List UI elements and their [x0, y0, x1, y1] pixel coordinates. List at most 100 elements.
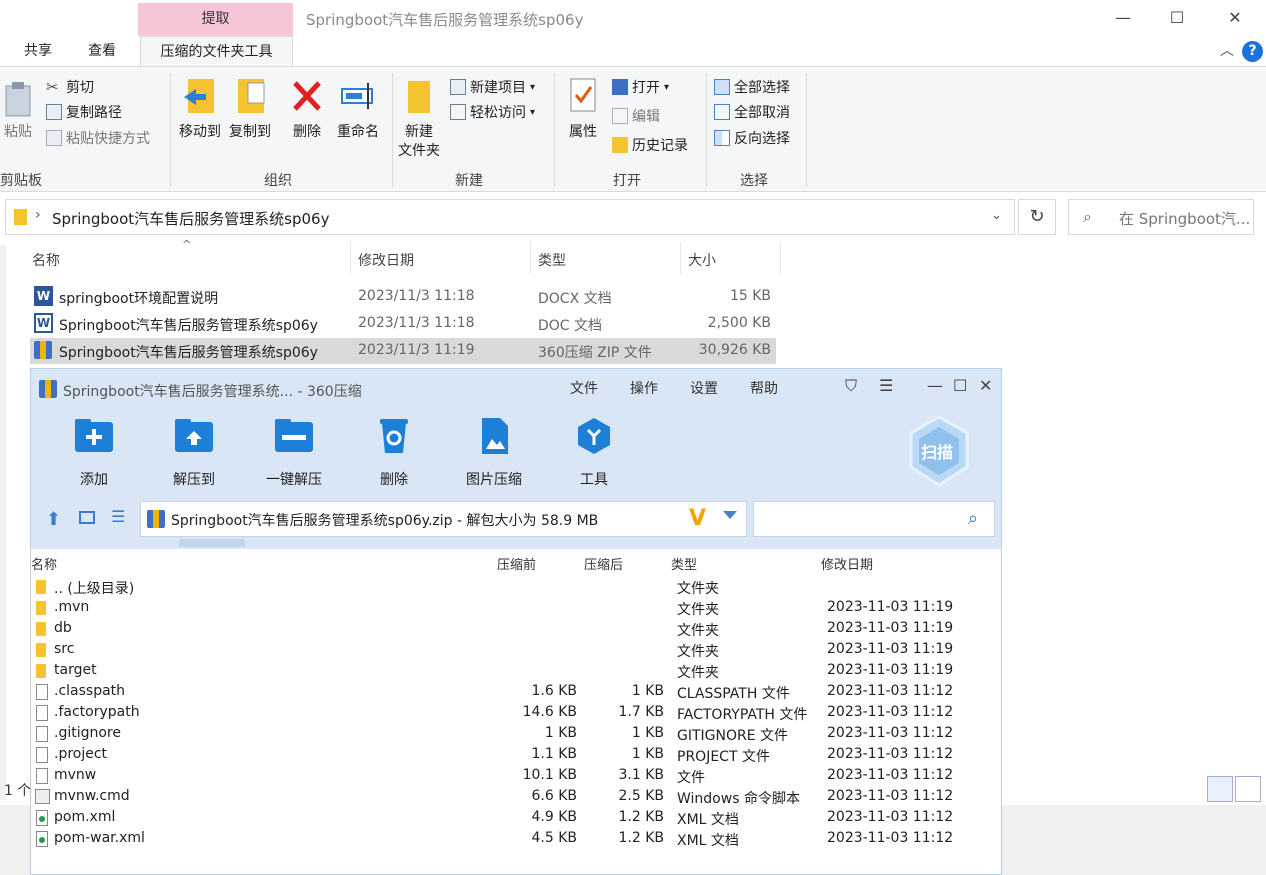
- chevron-down-icon[interactable]: ⌄: [991, 208, 1002, 223]
- copy-path-button[interactable]: 复制路径: [46, 102, 122, 122]
- path-dropdown-icon[interactable]: [723, 511, 737, 519]
- zip-list-item[interactable]: .. (上级目录) 文件夹: [31, 577, 1001, 598]
- zip-item-modified: 2023-11-03 11:19: [827, 641, 954, 657]
- zip-close-button[interactable]: ✕: [979, 376, 992, 395]
- maximize-button[interactable]: ☐: [1162, 6, 1192, 30]
- image-compress-button[interactable]: 图片压缩: [444, 417, 544, 489]
- help-icon[interactable]: ?: [1242, 41, 1263, 62]
- skin-shirt-icon[interactable]: ⛉: [845, 376, 857, 396]
- zip-list-item[interactable]: target 文件夹 2023-11-03 11:19: [31, 661, 1001, 682]
- invert-selection-button[interactable]: 反向选择: [714, 128, 790, 148]
- tools-button[interactable]: 工具: [544, 417, 644, 489]
- zip-list-item[interactable]: .mvn 文件夹 2023-11-03 11:19: [31, 598, 1001, 619]
- zip-item-name: .mvn: [54, 599, 90, 615]
- search-icon[interactable]: ⌕: [968, 508, 978, 529]
- column-header-type[interactable]: 类型: [538, 250, 566, 270]
- cut-button[interactable]: ✂ 剪切: [46, 77, 94, 97]
- zip-list-item[interactable]: mvnw 10.1 KB 3.1 KB 文件 2023-11-03 11:12: [31, 766, 1001, 787]
- add-button[interactable]: 添加: [44, 417, 144, 489]
- select-all-button[interactable]: 全部选择: [714, 77, 790, 97]
- file-row[interactable]: W Springboot汽车售后服务管理系统sp06y 2023/11/3 11…: [30, 311, 776, 337]
- file-type: DOC 文档: [538, 318, 603, 334]
- rename-icon: [341, 83, 373, 109]
- thumbnail-view-icon[interactable]: [79, 511, 95, 524]
- address-bar[interactable]: › Springboot汽车售后服务管理系统sp06y ⌄: [5, 199, 1015, 235]
- select-none-button[interactable]: 全部取消: [714, 102, 790, 122]
- minimize-button[interactable]: —: [1108, 6, 1138, 30]
- extract-to-button[interactable]: 解压到: [144, 417, 244, 489]
- close-button[interactable]: ✕: [1220, 6, 1250, 30]
- feedback-icon[interactable]: ☰: [879, 376, 893, 395]
- collapse-ribbon-icon[interactable]: ︿: [1220, 40, 1234, 60]
- zip-list-item[interactable]: pom-war.xml 4.5 KB 1.2 KB XML 文档 2023-11-03 …: [31, 829, 1001, 850]
- column-header-modified[interactable]: 修改日期: [358, 250, 414, 270]
- zip-list-item[interactable]: .classpath 1.6 KB 1 KB CLASSPATH 文件 2023-11-…: [31, 682, 1001, 703]
- search-input[interactable]: ⌕ 在 Springboot汽...: [1068, 199, 1254, 235]
- new-folder-button[interactable]: 新建 文件夹: [396, 75, 442, 161]
- paste-button[interactable]: 粘贴: [0, 81, 36, 142]
- zip-item-after: 1 KB: [631, 746, 664, 762]
- easy-access-button[interactable]: 轻松访问 ▾: [450, 102, 535, 122]
- scan-button[interactable]: 扫描: [907, 415, 971, 487]
- file-icon: [36, 684, 48, 700]
- zip-maximize-button[interactable]: ☐: [953, 376, 967, 395]
- one-click-extract-button[interactable]: 一键解压: [244, 417, 344, 489]
- zip-minimize-button[interactable]: —: [927, 376, 943, 395]
- history-button[interactable]: 历史记录: [612, 135, 688, 155]
- up-arrow-icon[interactable]: ⬆: [46, 509, 61, 530]
- tab-view[interactable]: 查看: [88, 36, 116, 66]
- paste-shortcut-button[interactable]: 粘贴快捷方式: [46, 128, 150, 148]
- tab-share[interactable]: 共享: [24, 36, 52, 66]
- menu-settings[interactable]: 设置: [690, 378, 718, 398]
- refresh-button[interactable]: ↻: [1018, 199, 1056, 235]
- file-row-selected[interactable]: Springboot汽车售后服务管理系统sp06y 2023/11/3 11:1…: [30, 338, 776, 364]
- properties-button[interactable]: 属性: [562, 75, 604, 142]
- chevron-right-icon[interactable]: ›: [35, 207, 41, 223]
- list-view-icon[interactable]: ☰: [111, 507, 125, 526]
- open-button[interactable]: 打开 ▾: [612, 77, 669, 97]
- v-logo-icon[interactable]: V: [689, 506, 706, 531]
- zip-delete-button[interactable]: 删除: [344, 417, 444, 489]
- zip-list-item[interactable]: .gitignore 1 KB 1 KB GITIGNORE 文件 2023-11-03…: [31, 724, 1001, 745]
- move-to-button[interactable]: 移动到: [176, 75, 224, 142]
- zip-column-before[interactable]: 压缩前: [497, 554, 536, 573]
- zip-column-type[interactable]: 类型: [671, 554, 697, 573]
- select-all-label: 全部选择: [734, 80, 790, 96]
- details-view-icon[interactable]: [1207, 776, 1233, 802]
- new-item-button[interactable]: 新建项目 ▾: [450, 77, 535, 97]
- file-name: Springboot汽车售后服务管理系统sp06y: [59, 318, 318, 334]
- menu-file[interactable]: 文件: [570, 378, 598, 398]
- zip-column-after[interactable]: 压缩后: [584, 554, 623, 573]
- zip-list-item[interactable]: .project 1.1 KB 1 KB PROJECT 文件 2023-11-03 1…: [31, 745, 1001, 766]
- zip-list-item[interactable]: pom.xml 4.9 KB 1.2 KB XML 文档 2023-11-03 11:1…: [31, 808, 1001, 829]
- file-row[interactable]: W springboot环境配置说明 2023/11/3 11:18 DOCX …: [30, 284, 776, 310]
- copy-to-button[interactable]: 复制到: [226, 75, 274, 142]
- zip-list-item[interactable]: db 文件夹 2023-11-03 11:19: [31, 619, 1001, 640]
- invert-selection-label: 反向选择: [734, 131, 790, 147]
- column-header-name[interactable]: 名称: [32, 250, 60, 270]
- delete-button[interactable]: 删除: [284, 75, 330, 142]
- zip-list-item[interactable]: src 文件夹 2023-11-03 11:19: [31, 640, 1001, 661]
- zip-item-modified: 2023-11-03 11:19: [827, 662, 954, 678]
- copy-path-label: 复制路径: [66, 105, 122, 121]
- zip-item-modified: 2023-11-03 11:12: [827, 704, 954, 720]
- chevron-down-icon: ▾: [530, 106, 536, 118]
- zip-list-item[interactable]: .factorypath 14.6 KB 1.7 KB FACTORYPATH 文件 2…: [31, 703, 1001, 724]
- zip-item-name: .. (上级目录): [54, 581, 135, 597]
- zip-column-name[interactable]: 名称: [31, 554, 57, 573]
- zip-path-bar[interactable]: Springboot汽车售后服务管理系统sp06y.zip - 解包大小为 58…: [140, 501, 747, 537]
- zip-search-input[interactable]: ⌕: [753, 501, 995, 537]
- menu-help[interactable]: 帮助: [750, 378, 778, 398]
- open-icon: [612, 79, 628, 95]
- rename-button[interactable]: 重命名: [333, 75, 383, 142]
- new-item-label: 新建项目: [470, 80, 526, 96]
- extract-context-tab[interactable]: 提取: [138, 3, 293, 36]
- edit-button[interactable]: 编辑: [612, 106, 660, 126]
- history-icon: [612, 137, 628, 153]
- tab-compressed-folder-tools[interactable]: 压缩的文件夹工具: [140, 36, 293, 67]
- zip-list-item[interactable]: mvnw.cmd 6.6 KB 2.5 KB Windows 命令脚本 2023-11-…: [31, 787, 1001, 808]
- large-icons-view-icon[interactable]: [1235, 776, 1261, 802]
- zip-column-modified[interactable]: 修改日期: [821, 554, 873, 573]
- menu-operation[interactable]: 操作: [630, 378, 658, 398]
- column-header-size[interactable]: 大小: [688, 250, 716, 270]
